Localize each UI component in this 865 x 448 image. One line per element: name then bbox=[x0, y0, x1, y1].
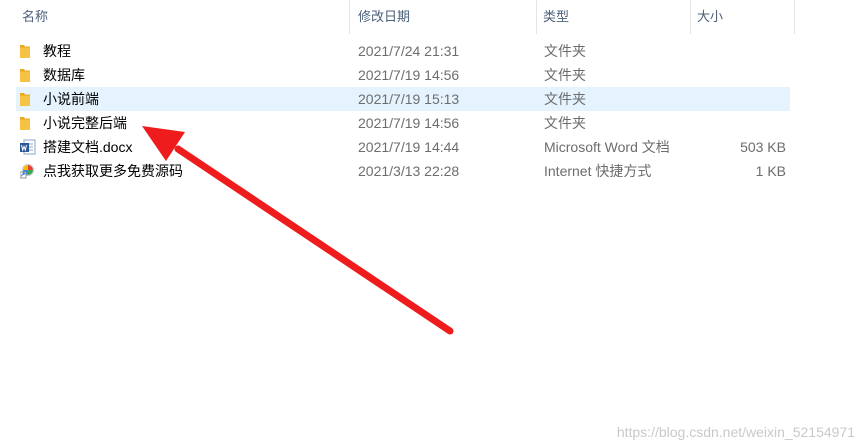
file-date: 2021/7/24 21:31 bbox=[358, 43, 460, 59]
column-header-type[interactable]: 类型 bbox=[537, 0, 691, 34]
file-name: 点我获取更多免费源码 bbox=[43, 163, 183, 179]
folder-icon bbox=[20, 69, 30, 82]
file-size: 503 KB bbox=[740, 139, 786, 155]
column-header-size[interactable]: 大小 bbox=[691, 0, 795, 34]
file-size: 1 KB bbox=[755, 163, 786, 179]
column-header-bar: 名称 ⌃ 修改日期 类型 大小 bbox=[0, 0, 865, 34]
file-type: Microsoft Word 文档 bbox=[544, 139, 670, 155]
internet-shortcut-icon bbox=[20, 164, 34, 179]
folder-icon bbox=[20, 45, 30, 58]
file-date: 2021/7/19 14:44 bbox=[358, 139, 460, 155]
file-row-shujuku[interactable]: 数据库 2021/7/19 14:56 文件夹 bbox=[16, 63, 790, 87]
file-date: 2021/7/19 15:13 bbox=[358, 91, 460, 107]
sort-caret-icon: ⌃ bbox=[176, 0, 186, 7]
file-name: 搭建文档.docx bbox=[43, 139, 133, 155]
file-type: 文件夹 bbox=[544, 67, 586, 83]
file-row-docx[interactable]: 搭建文档.docx 2021/7/19 14:44 Microsoft Word… bbox=[16, 135, 790, 159]
file-name: 小说前端 bbox=[43, 91, 99, 107]
file-date: 2021/7/19 14:56 bbox=[358, 115, 460, 131]
word-document-icon bbox=[20, 139, 36, 155]
file-row-xiaoshuo-houduan[interactable]: 小说完整后端 2021/7/19 14:56 文件夹 bbox=[16, 111, 790, 135]
file-type: 文件夹 bbox=[544, 91, 586, 107]
file-date: 2021/7/19 14:56 bbox=[358, 67, 460, 83]
file-row-jiaocheng[interactable]: 教程 2021/7/24 21:31 文件夹 bbox=[16, 39, 790, 63]
folder-icon bbox=[20, 93, 30, 106]
file-type: Internet 快捷方式 bbox=[544, 163, 652, 179]
watermark: https://blog.csdn.net/weixin_52154971 bbox=[616, 424, 855, 440]
file-name: 小说完整后端 bbox=[43, 115, 127, 131]
file-row-xiaoshuo-qianduan[interactable]: 小说前端 2021/7/19 15:13 文件夹 bbox=[16, 87, 790, 111]
file-name: 教程 bbox=[43, 43, 71, 59]
folder-icon bbox=[20, 117, 30, 130]
file-type: 文件夹 bbox=[544, 115, 586, 131]
file-name: 数据库 bbox=[43, 67, 85, 83]
column-header-modified[interactable]: 修改日期 bbox=[352, 0, 537, 34]
file-date: 2021/3/13 22:28 bbox=[358, 163, 460, 179]
file-row-shortcut[interactable]: 点我获取更多免费源码 2021/3/13 22:28 Internet 快捷方式… bbox=[16, 159, 790, 183]
file-type: 文件夹 bbox=[544, 43, 586, 59]
